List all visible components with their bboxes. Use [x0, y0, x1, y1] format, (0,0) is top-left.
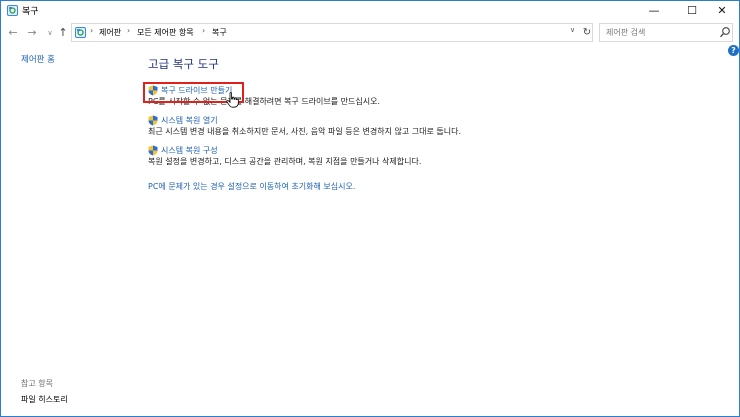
- control-panel-window: 복구 — ☐ ✕ ← → ∨ ↑ › 제어판 › 모든 제어판 항목 › 복구 …: [0, 0, 740, 417]
- close-button[interactable]: ✕: [705, 1, 739, 20]
- configure-system-restore-description: 복원 설정을 변경하고, 디스크 공간을 관리하며, 복원 지점을 만들거나 삭…: [148, 157, 422, 166]
- open-system-restore-description: 최근 시스템 변경 내용을 취소하지만 문서, 사진, 음악 파일 등은 변경하…: [148, 127, 462, 136]
- uac-shield-icon: [148, 115, 158, 126]
- search-input[interactable]: 제어판 검색: [606, 27, 645, 38]
- control-panel-icon: [75, 27, 86, 38]
- reset-pc-settings-link[interactable]: PC에 문제가 있는 경우 설정으로 이동하여 초기화해 보십시오.: [148, 181, 355, 192]
- file-history-link[interactable]: 파일 히스토리: [21, 394, 68, 405]
- title-bar[interactable]: 복구 — ☐ ✕: [1, 1, 739, 20]
- hand-pointer-icon: [226, 92, 239, 108]
- back-button[interactable]: ←: [6, 25, 20, 41]
- page-title: 고급 복구 도구: [148, 57, 219, 71]
- search-icon[interactable]: [719, 26, 731, 39]
- control-panel-icon: [7, 5, 18, 16]
- configure-system-restore-link[interactable]: 시스템 복원 구성: [161, 145, 218, 156]
- recent-locations-button[interactable]: ∨: [43, 25, 57, 41]
- breadcrumb-separator: ›: [202, 26, 206, 35]
- refresh-button[interactable]: ↻: [581, 25, 593, 40]
- uac-shield-icon: [148, 145, 158, 156]
- breadcrumb-recovery[interactable]: 복구: [212, 27, 227, 38]
- help-icon[interactable]: ?: [728, 45, 739, 56]
- minimize-button[interactable]: —: [637, 1, 671, 20]
- open-system-restore-link[interactable]: 시스템 복원 열기: [161, 115, 218, 126]
- navigation-bar: ← → ∨ ↑ › 제어판 › 모든 제어판 항목 › 복구 ∨ ↻ 제어판 검…: [1, 22, 739, 44]
- search-box[interactable]: 제어판 검색: [599, 23, 733, 42]
- maximize-button[interactable]: ☐: [675, 1, 709, 20]
- address-bar[interactable]: › 제어판 › 모든 제어판 항목 › 복구 ∨ ↻: [71, 23, 593, 42]
- breadcrumb-all-items[interactable]: 모든 제어판 항목: [137, 27, 194, 38]
- breadcrumb-control-panel[interactable]: 제어판: [99, 27, 121, 38]
- breadcrumb-separator: ›: [90, 26, 94, 35]
- see-also-heading: 참고 항목: [21, 379, 53, 388]
- address-dropdown-button[interactable]: ∨: [570, 26, 575, 34]
- up-button[interactable]: ↑: [56, 25, 70, 41]
- breadcrumb-separator: ›: [127, 26, 131, 35]
- sidebar-control-panel-home[interactable]: 제어판 홈: [21, 53, 55, 65]
- window-title: 복구: [22, 7, 39, 17]
- forward-button[interactable]: →: [25, 25, 39, 41]
